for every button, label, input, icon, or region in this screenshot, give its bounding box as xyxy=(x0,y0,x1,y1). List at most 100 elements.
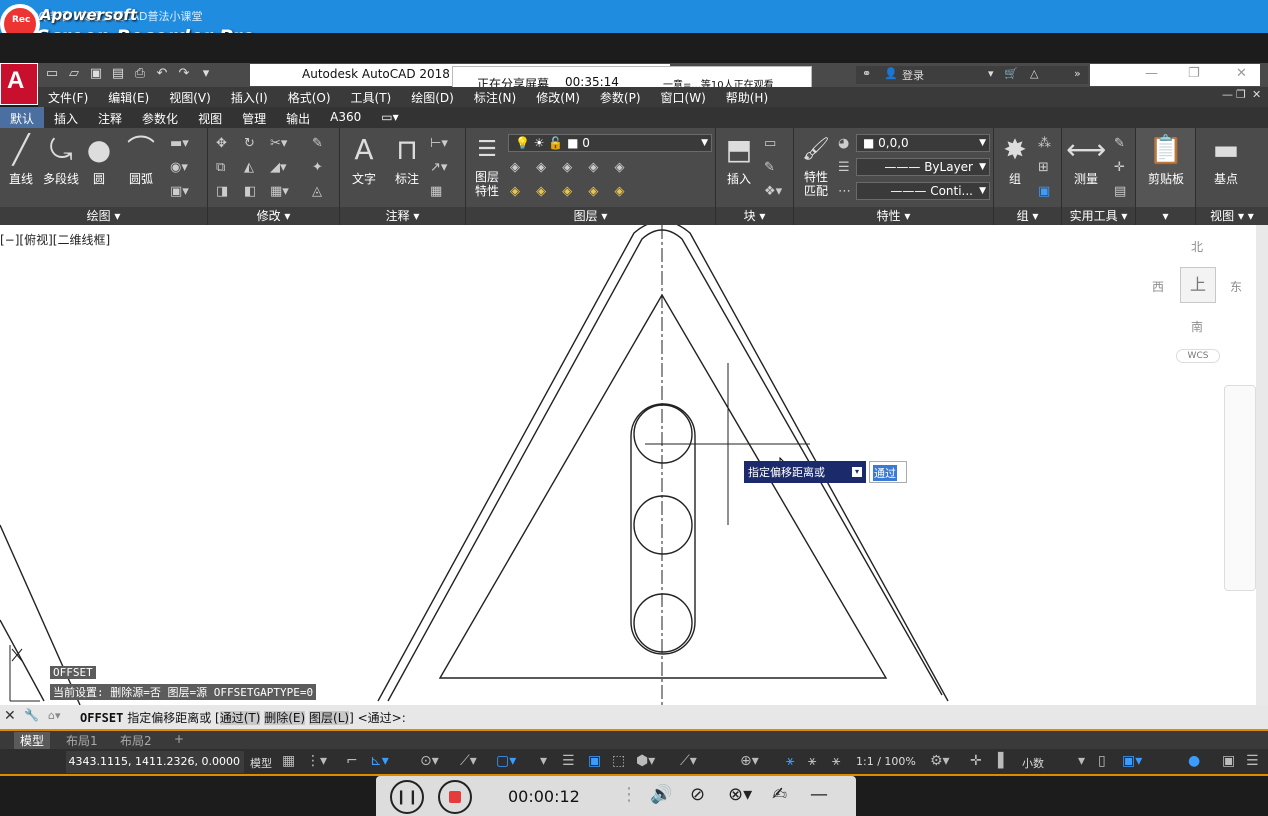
tab-insert[interactable]: 插入 xyxy=(44,107,88,128)
clipboard-button[interactable]: 📋 剪贴板 xyxy=(1142,134,1190,187)
table-icon[interactable]: ▦ xyxy=(430,184,442,199)
webcam-off-icon[interactable]: ⊗▾ xyxy=(728,784,752,805)
menu-draw[interactable]: 绘图(D) xyxy=(401,87,464,107)
units-selector[interactable]: 小数 xyxy=(1022,755,1044,771)
tab-parametric[interactable]: 参数化 xyxy=(132,107,188,128)
explode-icon[interactable]: ✦ xyxy=(312,160,323,175)
redo-icon[interactable]: ↷ xyxy=(176,66,192,82)
block-attr-icon[interactable]: ❖▾ xyxy=(764,184,782,199)
compass-south[interactable]: 南 xyxy=(1191,318,1203,335)
color-dropdown[interactable]: ■ 0,0,0 ▼ xyxy=(856,134,990,152)
panel-layers-title[interactable]: 图层 ▾ xyxy=(466,207,715,225)
annotation-scale-icon[interactable]: ⚹ xyxy=(832,753,840,769)
drag-handle-icon[interactable]: ⋮ xyxy=(620,784,638,805)
dynamic-input-icon[interactable]: ⊾▾ xyxy=(370,753,389,769)
move-icon[interactable]: ✥ xyxy=(216,136,227,151)
minimize-icon[interactable]: — xyxy=(1145,66,1158,81)
panel-draw-title[interactable]: 绘图 ▾ xyxy=(0,207,207,225)
line-button[interactable]: ╱ 直线 xyxy=(4,134,38,187)
menu-modify[interactable]: 修改(M) xyxy=(526,87,590,107)
insert-block-button[interactable]: ⬒ 插入 xyxy=(720,134,758,187)
stop-recording-button[interactable] xyxy=(438,780,472,814)
stretch-icon[interactable]: ◨ xyxy=(216,184,228,199)
region-icon[interactable]: ▣▾ xyxy=(170,184,189,199)
menu-view[interactable]: 视图(V) xyxy=(159,87,221,107)
annotate-pen-icon[interactable]: ✍ xyxy=(772,784,787,805)
text-button[interactable]: A 文字 xyxy=(348,134,380,187)
layer-tools-row2[interactable]: ◈ ◈ ◈ ◈ ◈ xyxy=(510,184,631,199)
copy-icon[interactable]: ⧉ xyxy=(216,160,225,175)
dynamic-ucs-icon[interactable]: ⬢▾ xyxy=(636,753,655,769)
quick-properties-icon[interactable]: ▯ xyxy=(1098,753,1106,769)
tab-layout2[interactable]: 布局2 xyxy=(120,732,152,749)
menu-format[interactable]: 格式(O) xyxy=(278,87,341,107)
grid-icon[interactable]: ▦ xyxy=(282,753,295,769)
panel-groups-title[interactable]: 组 ▾ xyxy=(994,207,1061,225)
pause-recording-button[interactable]: ❙❙ xyxy=(390,780,424,814)
qat-dropdown-icon[interactable]: ▾ xyxy=(198,66,214,82)
viewport-controls[interactable]: [−][俯视][二维线框] xyxy=(0,231,110,248)
panel-properties-title[interactable]: 特性 ▾ xyxy=(794,207,993,225)
basepoint-button[interactable]: ▬ 基点 xyxy=(1206,134,1246,187)
offset-icon[interactable]: ◬ xyxy=(312,184,322,199)
menu-window[interactable]: 窗口(W) xyxy=(651,87,716,107)
trim-icon[interactable]: ✂▾ xyxy=(270,136,287,151)
collapse-icon[interactable]: — xyxy=(810,784,828,805)
transparency-icon[interactable]: ☰ xyxy=(562,753,575,769)
isodraft-icon[interactable]: ⟋▾ xyxy=(460,753,477,769)
point-icon[interactable]: ✛ xyxy=(1114,160,1125,175)
match-properties-button[interactable]: 🖌 特性 匹配 xyxy=(798,134,834,198)
mirror-icon[interactable]: ◭ xyxy=(244,160,254,175)
tab-default[interactable]: 默认 xyxy=(0,107,45,128)
maximize-icon[interactable]: ❐ xyxy=(1188,66,1200,81)
compass-east[interactable]: 东 xyxy=(1230,278,1242,295)
group-button[interactable]: ✸ 组 xyxy=(998,134,1032,187)
lineweight-dropdown[interactable]: ——— ByLayer ▼ xyxy=(856,158,990,176)
panel-modify-title[interactable]: 修改 ▾ xyxy=(208,207,339,225)
annotation-scale[interactable]: 1:1 / 100% xyxy=(856,755,916,768)
linetype-dropdown[interactable]: ——— Conti... ▼ xyxy=(856,182,990,200)
annotation-monitor-icon[interactable]: ✛ xyxy=(970,753,982,769)
more-icon[interactable]: » xyxy=(1074,67,1081,80)
create-block-icon[interactable]: ▭ xyxy=(764,136,776,151)
close-icon[interactable]: ✕ xyxy=(1236,66,1247,81)
linear-dim-icon[interactable]: ⊢▾ xyxy=(430,136,448,151)
polar-icon[interactable]: ⊙▾ xyxy=(420,753,439,769)
erase-icon[interactable]: ✎ xyxy=(312,136,323,151)
ribbon-options-icon[interactable]: ▭▾ xyxy=(371,107,408,128)
canvas-scrollbar[interactable] xyxy=(1256,225,1268,705)
open-file-icon[interactable]: ▱ xyxy=(66,66,82,82)
workspace-gear-icon[interactable]: ⚙▾ xyxy=(930,753,950,769)
tab-annotate[interactable]: 注释 xyxy=(88,107,132,128)
arc-button[interactable]: ⌒ 圆弧 xyxy=(122,134,160,187)
undo-icon[interactable]: ↶ xyxy=(154,66,170,82)
group-select-icon[interactable]: ▣ xyxy=(1038,184,1050,199)
customize-icon[interactable]: 🔧 xyxy=(24,708,39,722)
option-layer[interactable]: 图层(L) xyxy=(309,711,350,725)
print-icon[interactable]: ⎙ xyxy=(132,66,148,82)
menu-tools[interactable]: 工具(T) xyxy=(341,87,402,107)
layer-dropdown[interactable]: 💡 ☀ 🔓 ■ 0 ▼ xyxy=(508,134,712,152)
save-icon[interactable]: ▣ xyxy=(88,66,104,82)
customization-icon[interactable]: ☰ xyxy=(1246,753,1259,769)
new-file-icon[interactable]: ▭ xyxy=(44,66,60,82)
login-link[interactable]: 登录 xyxy=(902,67,924,83)
mic-muted-icon[interactable]: ⊘ xyxy=(690,784,705,805)
drawing-canvas[interactable]: [−][俯视][二维线框] 北 西 东 南 上 WCS 指定偏移距离或 ▾ 通过… xyxy=(0,225,1268,705)
selection-cycling-icon[interactable]: ▣ xyxy=(588,753,601,769)
doc-restore-icon[interactable]: ❐ xyxy=(1236,88,1246,101)
osnap-icon[interactable]: ▢▾ xyxy=(496,753,516,769)
menu-help[interactable]: 帮助(H) xyxy=(716,87,778,107)
add-layout-button[interactable]: + xyxy=(174,732,184,746)
measure-button[interactable]: ⟷ 测量 xyxy=(1066,134,1106,187)
user-icon[interactable]: 👤 xyxy=(884,67,898,80)
calculator-icon[interactable]: ▤ xyxy=(1114,184,1126,199)
menu-parametric[interactable]: 参数(P) xyxy=(590,87,651,107)
leader-icon[interactable]: ↗▾ xyxy=(430,160,447,175)
panel-clipboard-title[interactable]: ▾ xyxy=(1136,207,1195,225)
option-through[interactable]: 通过(T) xyxy=(219,711,261,725)
layer-properties-button[interactable]: ☰ 图层 特性 xyxy=(470,134,504,198)
gizmo-icon[interactable]: ⊕▾ xyxy=(740,753,759,769)
layer-tools-row1[interactable]: ◈ ◈ ◈ ◈ ◈ xyxy=(510,160,631,175)
prompt-options-icon[interactable]: ▾ xyxy=(852,467,862,477)
